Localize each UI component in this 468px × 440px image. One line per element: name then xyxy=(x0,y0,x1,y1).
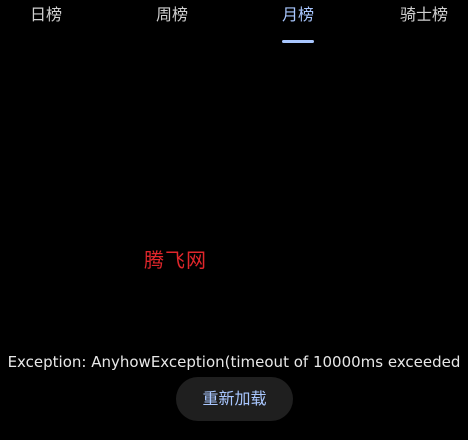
reload-button[interactable]: 重新加载 xyxy=(176,377,293,421)
tab-daily[interactable]: 日榜 xyxy=(20,0,72,46)
tab-weekly[interactable]: 周榜 xyxy=(146,0,198,46)
tab-monthly-label: 月榜 xyxy=(281,5,314,24)
tab-knight[interactable]: 骑士榜 xyxy=(390,0,458,46)
tab-daily-label: 日榜 xyxy=(29,5,62,24)
tab-knight-label: 骑士榜 xyxy=(399,5,448,24)
tab-weekly-label: 周榜 xyxy=(155,5,188,24)
active-tab-indicator xyxy=(282,40,314,43)
ranking-tab-bar: 日榜 周榜 月榜 骑士榜 xyxy=(0,0,468,46)
error-message: Exception: AnyhowException(timeout of 10… xyxy=(7,353,461,371)
watermark-text: 腾飞网 xyxy=(144,248,207,272)
tab-monthly[interactable]: 月榜 xyxy=(272,0,324,46)
